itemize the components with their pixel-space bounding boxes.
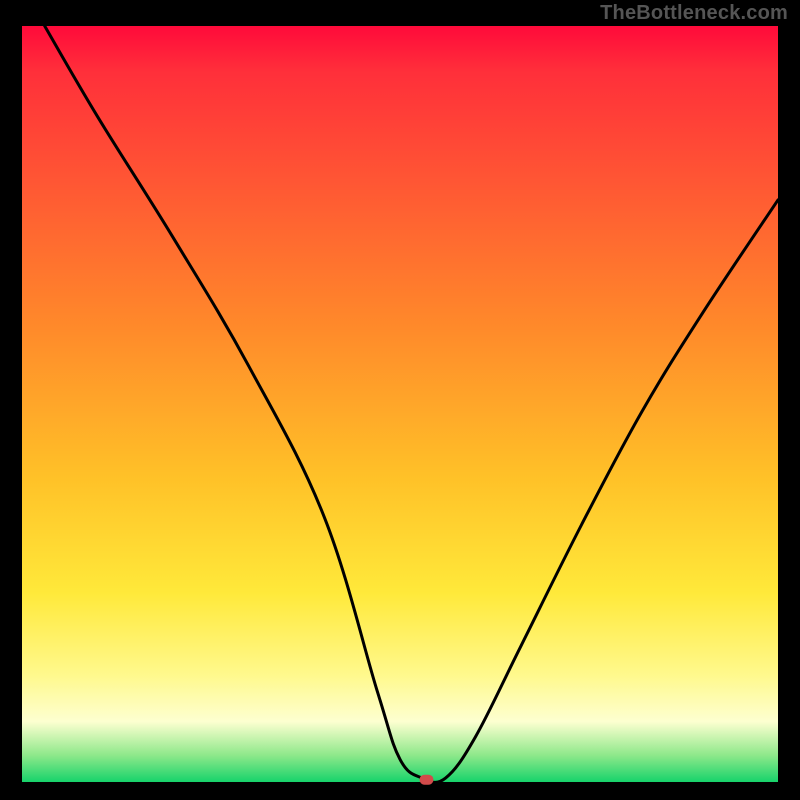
curve-layer [22, 26, 778, 782]
chart-frame: TheBottleneck.com [0, 0, 800, 800]
watermark-text: TheBottleneck.com [600, 2, 788, 25]
plot-area [22, 26, 778, 782]
optimal-point-marker [420, 775, 434, 785]
bottleneck-curve [45, 26, 778, 782]
